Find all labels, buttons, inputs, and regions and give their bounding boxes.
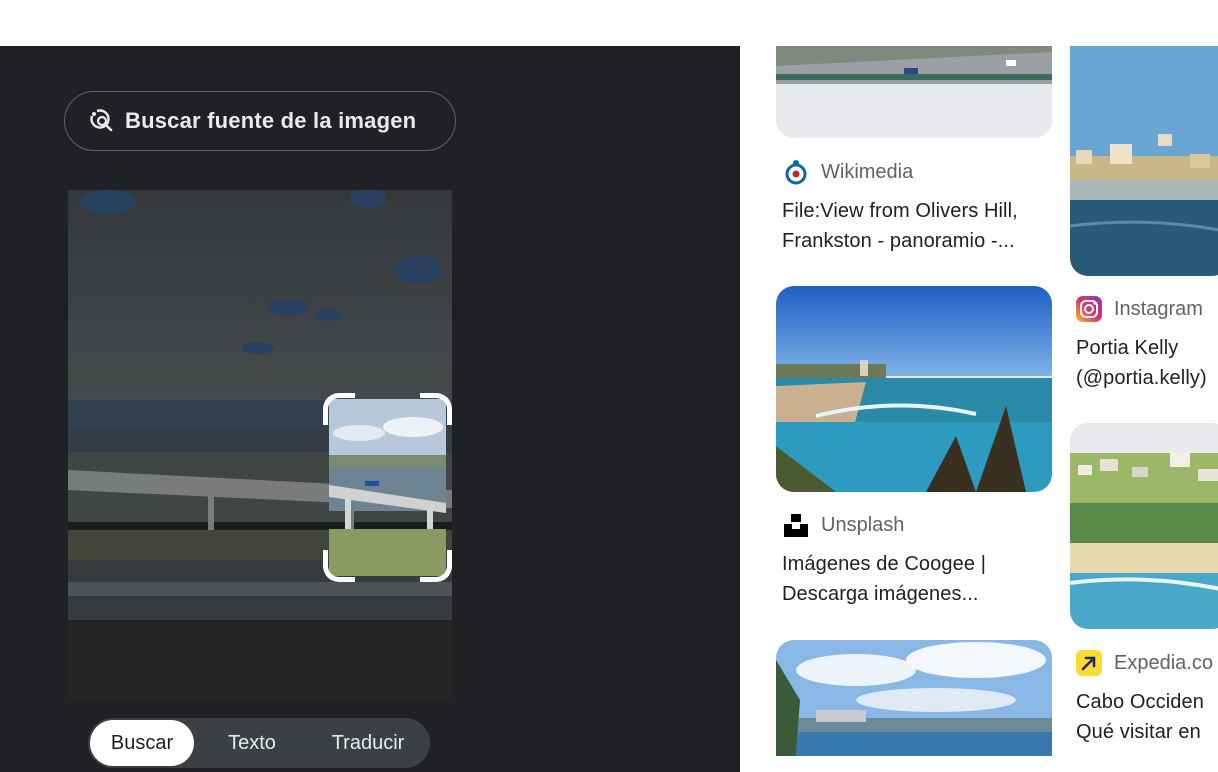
mode-search-tab[interactable]: Buscar xyxy=(90,720,194,766)
lens-mode-switcher: Buscar Texto Traducir xyxy=(88,718,430,768)
result-title[interactable]: File:View from Olivers Hill, Frankston -… xyxy=(782,196,1052,256)
result-title-line: Cabo Occiden xyxy=(1076,691,1204,713)
query-image xyxy=(68,190,452,701)
result-thumbnail[interactable] xyxy=(776,46,1052,138)
crop-handle-bottom-left[interactable] xyxy=(323,550,355,582)
mode-text-tab[interactable]: Texto xyxy=(194,720,310,766)
result-source[interactable]: Expedia.co xyxy=(1075,649,1213,677)
result-title-line: Portia Kelly xyxy=(1076,337,1179,359)
bottom-edge xyxy=(740,756,1218,772)
result-source-label: Expedia.co xyxy=(1114,651,1213,674)
result-title-line: Qué visitar en xyxy=(1076,721,1201,743)
result-title[interactable]: Cabo Occiden Qué visitar en xyxy=(1076,687,1218,747)
expedia-logo-icon xyxy=(1075,649,1103,677)
result-source-label: Instagram xyxy=(1114,297,1203,320)
result-title-line: (@portia.kelly) xyxy=(1076,367,1207,389)
result-title-line: Descarga imágenes... xyxy=(782,583,979,605)
result-thumbnail[interactable] xyxy=(776,640,1052,772)
top-bar xyxy=(0,0,1218,46)
result-thumbnail[interactable] xyxy=(776,286,1052,492)
result-thumbnail[interactable] xyxy=(1070,423,1218,629)
crop-handle-top-right[interactable] xyxy=(420,393,452,425)
result-thumbnail[interactable] xyxy=(1070,46,1218,276)
result-source[interactable]: Instagram xyxy=(1075,295,1203,323)
wikimedia-logo-icon xyxy=(782,158,810,186)
result-title-line: Imágenes de Coogee | xyxy=(782,553,987,575)
result-title[interactable]: Imágenes de Coogee | Descarga imágenes..… xyxy=(782,549,1052,609)
find-image-source-label: Buscar fuente de la imagen xyxy=(125,108,417,133)
crop-handle-top-left[interactable] xyxy=(323,393,355,425)
image-search-icon xyxy=(89,108,115,134)
mode-translate-tab[interactable]: Traducir xyxy=(310,720,426,766)
instagram-logo-icon xyxy=(1075,295,1103,323)
result-title-line: Frankston - panoramio -... xyxy=(782,230,1015,252)
result-title[interactable]: Portia Kelly (@portia.kelly) xyxy=(1076,333,1218,393)
crop-handle-bottom-right[interactable] xyxy=(420,550,452,582)
result-source-label: Unsplash xyxy=(821,513,905,536)
result-source[interactable]: Unsplash xyxy=(782,511,904,539)
result-source-label: Wikimedia xyxy=(821,160,914,183)
unsplash-logo-icon xyxy=(782,511,810,539)
crop-selection-box[interactable] xyxy=(323,393,452,582)
result-title-line: File:View from Olivers Hill, xyxy=(782,200,1018,222)
lens-image-panel: Buscar fuente de la imagen Buscar Texto … xyxy=(0,46,740,772)
visual-matches-panel: Wikimedia File:View from Olivers Hill, F… xyxy=(740,46,1218,772)
result-source[interactable]: Wikimedia xyxy=(782,158,913,186)
find-image-source-button[interactable]: Buscar fuente de la imagen xyxy=(64,91,456,151)
